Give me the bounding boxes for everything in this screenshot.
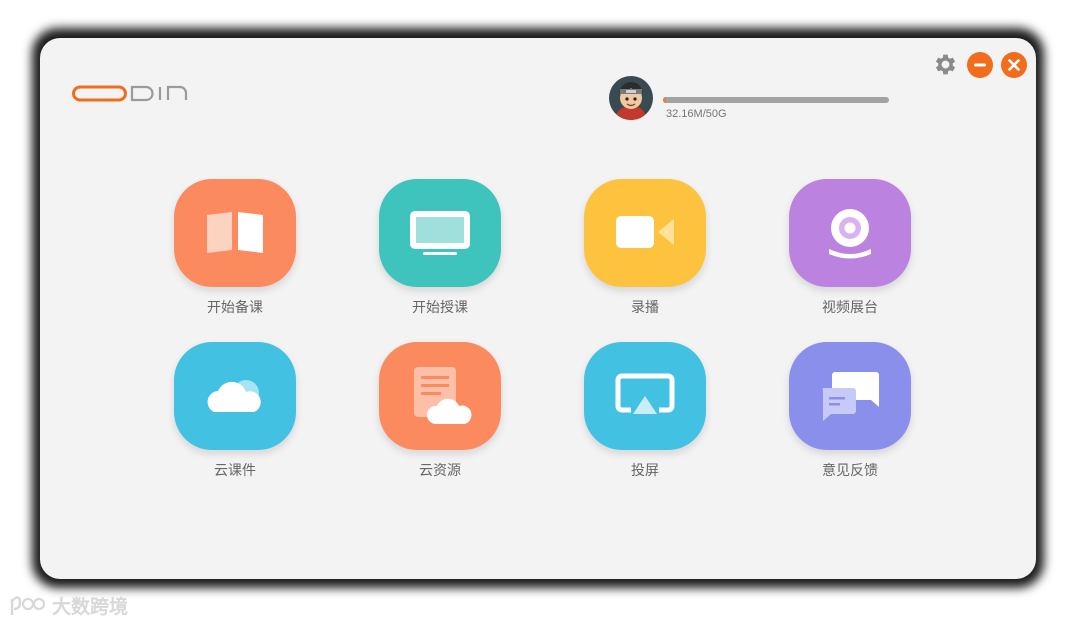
tile-label: 云资源: [419, 463, 461, 479]
watermark: 大数跨境: [8, 592, 128, 619]
tile-cloud-courseware[interactable]: 云课件: [165, 342, 305, 480]
tile-icon-box: [174, 342, 296, 450]
tile-cloud-resources[interactable]: 云资源: [370, 342, 510, 480]
tile-start-lesson-prep[interactable]: 开始备课: [165, 179, 305, 317]
storage-usage-fill: [663, 97, 666, 103]
tile-label: 投屏: [631, 463, 659, 479]
minimize-button[interactable]: [967, 52, 993, 78]
monitor-icon: [410, 211, 470, 255]
cloud-icon: [207, 380, 261, 412]
tile-video-presenter[interactable]: 视频展台: [780, 179, 920, 317]
tile-screen-cast[interactable]: 投屏: [575, 342, 715, 480]
tile-icon-box: [584, 179, 706, 287]
tile-label: 开始备课: [207, 300, 263, 316]
watermark-logo-icon: [10, 595, 46, 615]
tile-label: 录播: [631, 300, 659, 316]
tile-icon-box: [379, 342, 501, 450]
tile-start-teaching[interactable]: 开始授课: [370, 179, 510, 317]
minimize-icon: [974, 63, 986, 67]
open-book-icon: [207, 212, 263, 253]
tile-label: 意见反馈: [822, 463, 878, 479]
video-camera-icon: [616, 216, 674, 248]
odin-logo: [72, 85, 188, 102]
storage-usage-text: 32.16M/50G: [666, 108, 727, 120]
gear-icon[interactable]: [932, 51, 959, 78]
watermark-text: 大数跨境: [52, 596, 129, 618]
tile-icon-box: [789, 179, 911, 287]
tile-icon-box: [174, 179, 296, 287]
chat-bubbles-icon: [822, 372, 879, 421]
close-button[interactable]: [1001, 52, 1027, 78]
screen-cast-icon: [615, 373, 675, 414]
user-avatar[interactable]: [609, 76, 653, 120]
tile-icon-box: [789, 342, 911, 450]
cloud-document-icon: [414, 367, 472, 424]
tile-icon-box: [584, 342, 706, 450]
tile-feedback[interactable]: 意见反馈: [780, 342, 920, 480]
webcam-icon: [829, 209, 871, 259]
tile-label: 云课件: [214, 463, 256, 479]
storage-usage-bar: [663, 97, 889, 103]
app-window: 32.16M/50G 开始备课 开始授课 录播 视频展台 云课件 云资源 投屏 …: [40, 38, 1036, 579]
close-icon: [1008, 59, 1020, 71]
tile-label: 开始授课: [412, 300, 468, 316]
tile-icon-box: [379, 179, 501, 287]
tile-label: 视频展台: [822, 300, 878, 316]
tile-recording[interactable]: 录播: [575, 179, 715, 317]
